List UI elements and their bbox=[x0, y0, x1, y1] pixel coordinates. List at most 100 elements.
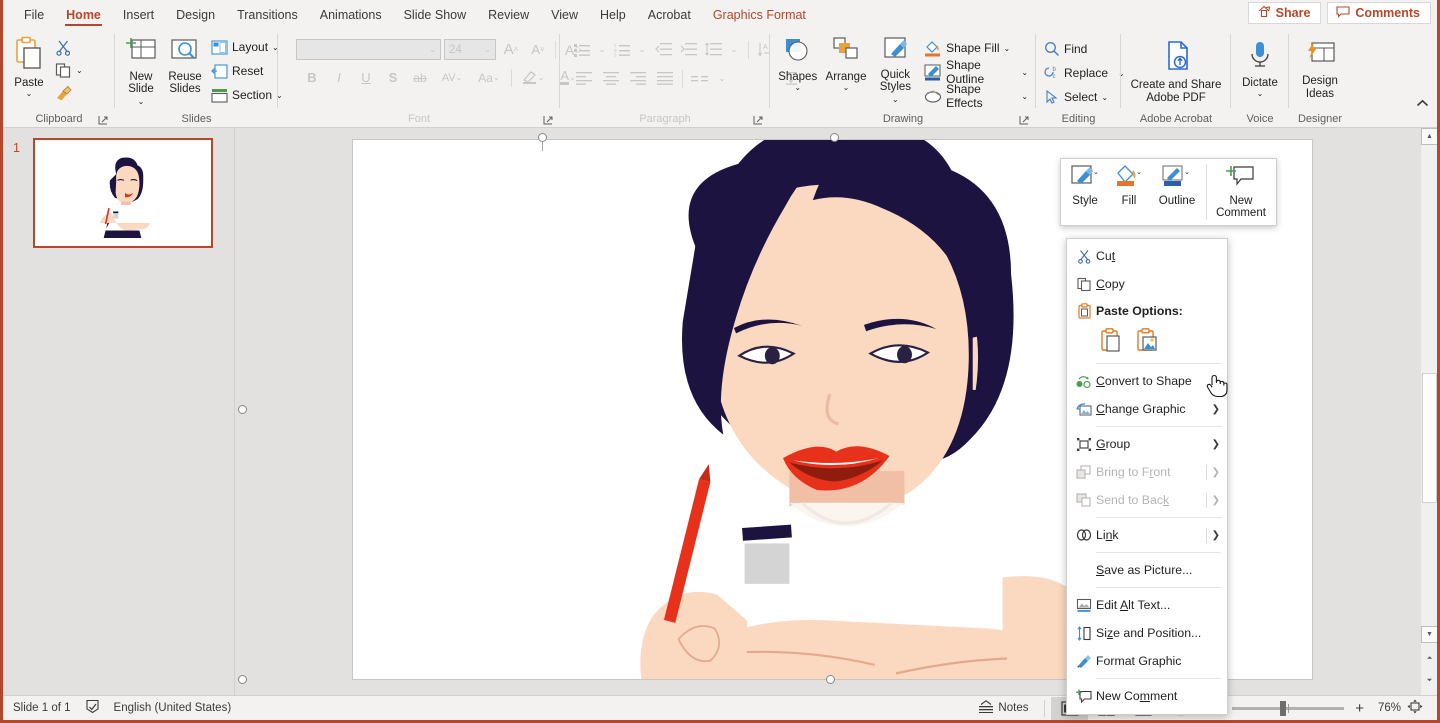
line-spacing-chevron[interactable]: ⌄ bbox=[727, 38, 741, 61]
tab-view[interactable]: View bbox=[540, 5, 589, 29]
paragraph-dialog-launcher[interactable] bbox=[753, 115, 764, 126]
tab-transitions[interactable]: Transitions bbox=[226, 5, 309, 29]
scroll-up-arrow[interactable]: ▲ bbox=[1421, 128, 1437, 145]
paste-keep-formatting-icon[interactable] bbox=[1097, 326, 1125, 354]
shapes-dropdown-chevron[interactable]: ⌄ bbox=[794, 84, 801, 92]
drawing-dialog-launcher[interactable] bbox=[1019, 115, 1030, 126]
select-chevron[interactable]: ⌄ bbox=[1101, 93, 1108, 101]
mini-style-button[interactable]: ⌄ Style bbox=[1063, 162, 1107, 207]
text-shadow-button[interactable]: S bbox=[381, 66, 405, 89]
tab-animations[interactable]: Animations bbox=[309, 5, 393, 29]
zoom-level-label[interactable]: 76% bbox=[1367, 702, 1401, 714]
zoom-slider[interactable] bbox=[1232, 700, 1345, 716]
line-spacing-button[interactable] bbox=[702, 38, 724, 61]
character-spacing-button[interactable]: AV ⌄ bbox=[435, 66, 469, 89]
new-slide-button[interactable]: New Slide ⌄ bbox=[119, 34, 163, 109]
mini-fill-button[interactable]: ⌄ Fill bbox=[1107, 162, 1151, 207]
notes-button[interactable]: Notes bbox=[968, 700, 1038, 716]
tab-graphics-format[interactable]: Graphics Format bbox=[702, 5, 817, 29]
layout-button[interactable]: Layout ⌄ bbox=[207, 36, 287, 58]
reuse-slides-button[interactable]: Reuse Slides bbox=[163, 34, 207, 97]
selection-handle-bottom-center[interactable] bbox=[826, 675, 835, 684]
slide-thumbnail-1[interactable] bbox=[33, 138, 213, 248]
shape-outline-button[interactable]: Shape Outline ⌄ bbox=[920, 58, 1032, 86]
font-name-input[interactable]: ⌄ bbox=[296, 39, 441, 60]
dictate-button[interactable]: Dictate ⌄ bbox=[1237, 38, 1283, 99]
new-slide-dropdown-chevron[interactable]: ⌄ bbox=[138, 97, 145, 106]
grow-font-button[interactable]: A ˄ bbox=[499, 38, 523, 61]
replace-button[interactable]: bc Replace ⌄ bbox=[1040, 62, 1129, 84]
shape-fill-button[interactable]: Shape Fill ⌄ bbox=[920, 37, 1032, 59]
create-share-adobe-pdf-button[interactable]: Create and Share Adobe PDF bbox=[1126, 38, 1227, 107]
bullets-chevron[interactable]: ⌄ bbox=[595, 38, 609, 61]
decrease-indent-button[interactable] bbox=[652, 38, 674, 61]
bold-button[interactable]: B bbox=[300, 66, 324, 89]
selection-handle-top-center[interactable] bbox=[538, 133, 547, 142]
tab-help[interactable]: Help bbox=[589, 5, 637, 29]
scroll-down-arrow[interactable]: ▼ bbox=[1421, 626, 1437, 643]
quick-styles-button[interactable]: Quick Styles ⌄ bbox=[871, 34, 921, 107]
bullets-button[interactable] bbox=[572, 38, 592, 61]
cut-button[interactable] bbox=[51, 36, 87, 58]
strikethrough-button[interactable]: ab bbox=[408, 66, 432, 89]
copy-dropdown-chevron[interactable]: ⌄ bbox=[76, 66, 83, 74]
context-menu-item-link[interactable]: Link ❯ bbox=[1067, 521, 1227, 549]
context-menu-item-group[interactable]: Group ❯ bbox=[1067, 430, 1227, 458]
zoom-slider-thumb[interactable] bbox=[1280, 700, 1287, 716]
context-menu-item-copy[interactable]: Copy bbox=[1067, 270, 1227, 298]
tab-review[interactable]: Review bbox=[477, 5, 540, 29]
context-menu-item-change-graphic[interactable]: Change Graphic ❯ bbox=[1067, 395, 1227, 423]
font-size-chevron[interactable]: ⌄ bbox=[484, 45, 491, 54]
align-center-button[interactable] bbox=[599, 67, 623, 90]
align-left-button[interactable] bbox=[572, 67, 596, 90]
slide-count-label[interactable]: Slide 1 of 1 bbox=[13, 702, 71, 714]
collapse-ribbon-button[interactable] bbox=[1416, 99, 1429, 111]
font-name-chevron[interactable]: ⌄ bbox=[429, 45, 436, 54]
shapes-button[interactable]: Shapes ⌄ bbox=[774, 34, 821, 93]
find-button[interactable]: Find bbox=[1040, 38, 1091, 60]
zoom-in-button[interactable]: + bbox=[1352, 700, 1367, 717]
paste-as-picture-icon[interactable] bbox=[1133, 326, 1161, 354]
change-case-button[interactable]: Aa ⌄ bbox=[472, 66, 506, 89]
next-slide-button[interactable]: ⏷ bbox=[1421, 672, 1437, 689]
scrollbar-thumb[interactable] bbox=[1422, 373, 1437, 503]
canvas-vertical-scrollbar[interactable]: ▲ ▼ ⏶ ⏷ bbox=[1420, 128, 1437, 695]
selection-handle-top-right[interactable] bbox=[830, 133, 839, 142]
context-menu-item-size-and-position[interactable]: Size and Position... bbox=[1067, 619, 1227, 647]
previous-slide-button[interactable]: ⏶ bbox=[1421, 650, 1437, 667]
tab-design[interactable]: Design bbox=[165, 5, 226, 29]
shape-outline-chevron[interactable]: ⌄ bbox=[1021, 68, 1028, 76]
clipboard-dialog-launcher[interactable] bbox=[98, 115, 109, 126]
design-ideas-button[interactable]: Design Ideas bbox=[1297, 38, 1343, 103]
context-menu-item-format-graphic[interactable]: Format Graphic bbox=[1067, 647, 1227, 675]
selection-handle-bottom-left[interactable] bbox=[238, 675, 247, 684]
tab-file[interactable]: File bbox=[13, 5, 55, 29]
context-menu-item-new-comment[interactable]: New Comment bbox=[1067, 682, 1227, 710]
spell-check-icon[interactable] bbox=[85, 699, 100, 717]
tab-slide-show[interactable]: Slide Show bbox=[393, 5, 478, 29]
context-menu-item-save-as-picture[interactable]: Save as Picture... bbox=[1067, 556, 1227, 584]
text-highlight-button[interactable]: ⌄ bbox=[517, 66, 549, 89]
tab-home[interactable]: Home bbox=[55, 5, 112, 29]
tab-insert[interactable]: Insert bbox=[112, 5, 165, 29]
font-size-input[interactable]: 24 ⌄ bbox=[444, 39, 496, 60]
underline-button[interactable]: U bbox=[354, 66, 378, 89]
format-painter-button[interactable] bbox=[51, 82, 87, 104]
columns-button[interactable] bbox=[688, 67, 712, 90]
shape-fill-chevron[interactable]: ⌄ bbox=[1004, 44, 1011, 52]
numbering-button[interactable]: 123 bbox=[612, 38, 632, 61]
numbering-chevron[interactable]: ⌄ bbox=[635, 38, 649, 61]
columns-chevron[interactable]: ⌄ bbox=[715, 67, 729, 90]
dictate-dropdown-chevron[interactable]: ⌄ bbox=[1257, 90, 1264, 98]
justify-button[interactable] bbox=[653, 67, 677, 90]
fit-slide-to-window-icon[interactable] bbox=[1401, 699, 1429, 717]
select-button[interactable]: Select ⌄ bbox=[1040, 86, 1112, 108]
context-menu-item-edit-alt-text[interactable]: Edit Alt Text... bbox=[1067, 591, 1227, 619]
comments-button[interactable]: Comments bbox=[1327, 2, 1431, 24]
paste-dropdown-chevron[interactable]: ⌄ bbox=[26, 90, 33, 98]
share-button[interactable]: Share bbox=[1247, 2, 1322, 24]
arrange-button[interactable]: Arrange ⌄ bbox=[821, 34, 870, 93]
reset-button[interactable]: Reset bbox=[207, 60, 287, 82]
quick-styles-dropdown-chevron[interactable]: ⌄ bbox=[892, 95, 899, 104]
shrink-font-button[interactable]: A ˅ bbox=[526, 38, 550, 61]
